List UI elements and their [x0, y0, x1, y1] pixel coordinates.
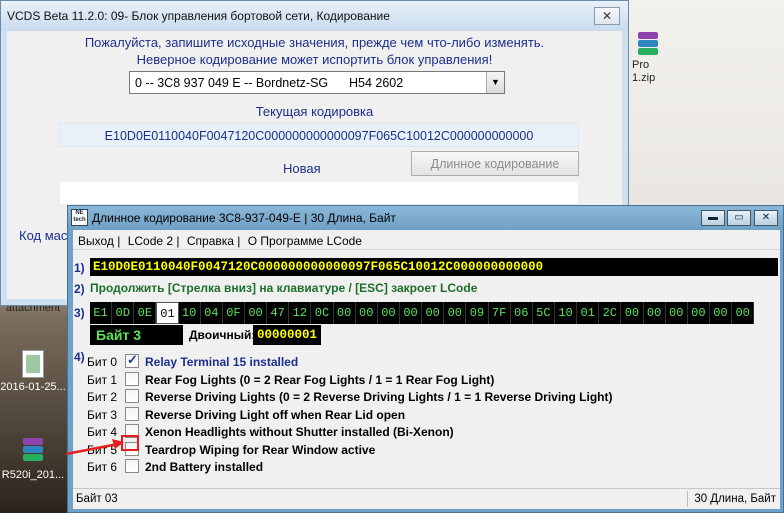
lcode-window-title: Длинное кодирование 3C8-937-049-E | 30 Д… [92, 211, 396, 225]
bit-label: Бит 3 [87, 407, 118, 422]
binary-label: Двоичный: [189, 328, 256, 342]
chevron-down-icon[interactable]: ▼ [486, 72, 504, 93]
bit-description: Reverse Driving Light off when Rear Lid … [145, 407, 406, 422]
bit-label: Бит 6 [87, 460, 118, 474]
long-coding-button[interactable]: Длинное кодирование [411, 151, 579, 176]
module-select[interactable]: 0 -- 3C8 937 049 E -- Bordnetz-SG H54 26… [129, 71, 505, 94]
byte-cell[interactable]: 10 [179, 302, 201, 324]
byte-cell[interactable]: 47 [267, 302, 290, 324]
current-coding-label: Текущая кодировка [255, 104, 374, 119]
desktop-icon-archive-top[interactable]: Pro 1.zip [628, 30, 668, 85]
current-coding-value: E10D0E0110040F0047120C000000000000097F06… [59, 123, 579, 147]
status-length: 30 Длина, Байт [694, 493, 776, 505]
bit-description: Relay Terminal 15 installed [145, 355, 299, 369]
maximize-button[interactable]: ▭ [727, 210, 751, 226]
desktop-icon-label: R520i_201... [1, 469, 65, 481]
bit-checkbox[interactable] [125, 352, 139, 368]
byte-cell[interactable]: 00 [400, 302, 423, 324]
byte-cell[interactable]: 00 [666, 302, 688, 324]
byte-cell[interactable]: 00 [378, 302, 400, 324]
bit-label: Бит 2 [87, 390, 118, 404]
desktop-icon-label: 2016-01-25... [0, 381, 66, 393]
byte-cell[interactable]: 01 [577, 302, 600, 324]
step-number-4: 4) [74, 350, 85, 364]
byte-cell[interactable]: 00 [644, 302, 666, 324]
byte-cell[interactable]: 7F [489, 302, 511, 324]
menu-bar: Выход | LCode 2 | Справка | О Программе … [73, 230, 780, 250]
step-number-1: 1) [74, 261, 85, 275]
byte-cell[interactable]: 0F [223, 302, 245, 324]
bit-checkbox[interactable] [125, 459, 139, 473]
menu-item-exit[interactable]: Выход | [78, 234, 120, 248]
desktop-icon-rar[interactable]: R520i_201... [0, 436, 66, 481]
bit-description: 2nd Battery installed [145, 460, 264, 474]
byte-cell[interactable]: 0C [311, 302, 334, 324]
vcds-titlebar[interactable]: VCDS Beta 11.2.0: 09- Блок управления бо… [1, 1, 628, 31]
byte-cell[interactable]: 5C [533, 302, 555, 324]
byte-cell[interactable]: 00 [356, 302, 378, 324]
lcode-client-area: Выход | LCode 2 | Справка | О Программе … [73, 230, 780, 509]
bit-label: Бит 0 [87, 355, 118, 369]
bit-description: Xenon Headlights without Shutter install… [145, 425, 454, 439]
byte-cell[interactable]: 0D [112, 302, 135, 324]
byte-cell[interactable]: 00 [334, 302, 356, 324]
continue-hint: Продолжить [Стрелка вниз] на клавиатуре … [90, 281, 478, 295]
warning-line-1: Пожалуйста, запишите исходные значения, … [84, 35, 545, 50]
step-number-3: 3) [74, 306, 85, 320]
winrar-icon [634, 30, 662, 60]
bit-checkbox[interactable] [125, 371, 139, 386]
status-bar: Байт 03 30 Длина, Байт [73, 488, 780, 509]
desktop-icon-image[interactable]: 2016-01-25... [0, 350, 66, 393]
bit-label: Бит 1 [87, 372, 118, 387]
byte-cell[interactable]: 01 [156, 302, 179, 324]
lcode-window: NE tech Длинное кодирование 3C8-937-049-… [67, 205, 784, 513]
byte-cell[interactable]: 00 [422, 302, 445, 324]
bit-description: Rear Fog Lights (0 = 2 Rear Fog Lights /… [145, 372, 495, 387]
bit-description: Teardrop Wiping for Rear Window active [145, 442, 376, 457]
byte-cell[interactable]: E1 [90, 302, 113, 324]
coding-mask-label: Код мас [19, 228, 68, 243]
lcode-app-icon: NE tech [71, 209, 88, 226]
lcode-titlebar[interactable]: NE tech Длинное кодирование 3C8-937-049-… [68, 206, 783, 230]
desktop-icon-label: Pro 1.zip [632, 59, 656, 84]
byte-cell[interactable]: 10 [555, 302, 578, 324]
byte-cell[interactable]: 12 [289, 302, 312, 324]
byte-cell[interactable]: 00 [710, 302, 733, 324]
byte-cell[interactable]: 04 [201, 302, 223, 324]
menu-item-about[interactable]: О Программе LCode [248, 234, 362, 248]
module-select-value: 0 -- 3C8 937 049 E -- Bordnetz-SG H54 26… [135, 76, 404, 90]
warning-line-2: Неверное кодирование может испортить бло… [136, 52, 493, 67]
status-divider [687, 491, 688, 507]
byte-cell[interactable]: 00 [621, 302, 644, 324]
byte-cell[interactable]: 06 [511, 302, 533, 324]
byte-cell[interactable]: 2C [599, 302, 622, 324]
close-button[interactable]: ✕ [754, 210, 778, 226]
byte-cell[interactable]: 00 [245, 302, 268, 324]
winrar-icon [19, 436, 47, 466]
selected-byte-title: Байт 3 [90, 325, 183, 345]
bit-checkbox[interactable] [125, 406, 139, 421]
menu-item-lcode2[interactable]: LCode 2 | [128, 234, 180, 248]
status-byte: Байт 03 [76, 493, 118, 505]
byte-cell[interactable]: 0E [134, 302, 157, 324]
image-file-icon [22, 350, 44, 378]
close-button[interactable]: ✕ [594, 7, 620, 25]
byte-cell[interactable]: 00 [688, 302, 710, 324]
bit-description: Reverse Driving Lights (0 = 2 Reverse Dr… [145, 390, 613, 404]
byte-cell[interactable]: 00 [444, 302, 467, 324]
vcds-window-title: VCDS Beta 11.2.0: 09- Блок управления бо… [7, 9, 390, 23]
binary-value: 00000001 [253, 325, 321, 345]
new-coding-input[interactable] [59, 181, 579, 205]
coding-hex-input[interactable]: E10D0E0110040F0047120C000000000000097F06… [90, 258, 778, 276]
annotation-highlight-box [121, 435, 139, 451]
step-number-2: 2) [74, 282, 85, 296]
bit-checkbox[interactable] [125, 389, 139, 403]
byte-grid: E1 0D 0E 01 10 04 0F 00 47 12 0C 00 00 00 00 00 00 09 7F 06… [90, 302, 755, 324]
menu-item-help[interactable]: Справка | [187, 234, 241, 248]
byte-cell[interactable]: 09 [466, 302, 489, 324]
byte-cell[interactable]: 00 [732, 302, 755, 324]
minimize-button[interactable]: ▬ [701, 210, 725, 226]
